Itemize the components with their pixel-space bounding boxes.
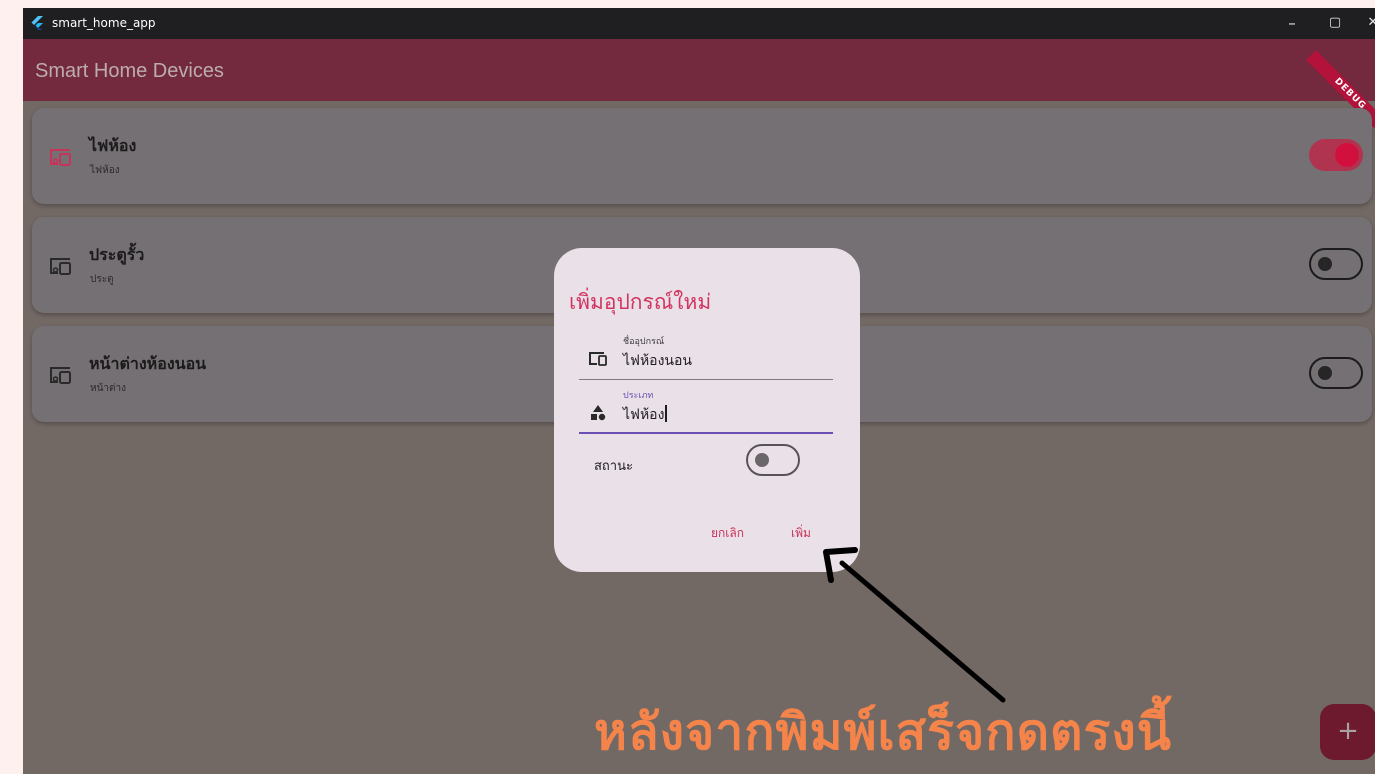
switch-knob — [1318, 366, 1332, 380]
add-device-fab[interactable]: + — [1320, 704, 1375, 760]
add-button[interactable]: เพิ่ม — [791, 524, 811, 543]
app-window: smart_home_app – ▢ ✕ Smart Home Devices … — [23, 8, 1375, 774]
device-type: ไฟห้อง — [90, 165, 120, 176]
devices-icon — [589, 352, 607, 366]
field-underline — [579, 432, 833, 434]
dialog-title: เพิ่มอุปกรณ์ใหม่ — [569, 290, 712, 314]
device-name: ประตูรั้ว — [89, 247, 145, 264]
switch-knob — [1318, 257, 1332, 271]
device-name-field[interactable]: ชื่ออุปกรณ์ ไฟห้องนอน — [579, 328, 833, 380]
field-underline — [579, 379, 833, 380]
device-name: ไฟห้อง — [89, 138, 137, 155]
window-titlebar: smart_home_app – ▢ ✕ — [23, 8, 1375, 39]
window-title: smart_home_app — [52, 16, 156, 30]
device-type-value[interactable]: ไฟห้อง — [623, 404, 668, 426]
device-card-1[interactable]: ไฟห้อง ไฟห้อง — [32, 108, 1372, 204]
status-label: สถานะ — [594, 459, 633, 474]
annotation-caption: หลังจากพิมพ์เสร็จกดตรงนี้ — [594, 703, 1172, 761]
devices-icon — [50, 149, 71, 166]
text-cursor — [665, 405, 668, 422]
devices-icon — [50, 258, 71, 275]
device-type: หน้าต่าง — [90, 383, 127, 394]
minimize-button[interactable]: – — [1272, 8, 1312, 39]
device-power-switch[interactable] — [1309, 357, 1363, 389]
status-switch[interactable] — [746, 444, 800, 476]
device-name-value[interactable]: ไฟห้องนอน — [623, 350, 692, 372]
device-type: ประตู — [90, 274, 114, 285]
page-title: Smart Home Devices — [35, 60, 224, 82]
add-device-dialog: เพิ่มอุปกรณ์ใหม่ ชื่ออุปกรณ์ ไฟห้องนอน ป… — [554, 248, 860, 572]
flutter-icon — [31, 16, 43, 30]
device-type-label: ประเภท — [623, 391, 654, 401]
device-name: หน้าต่างห้องนอน — [89, 356, 207, 373]
device-power-switch[interactable] — [1309, 248, 1363, 280]
category-icon — [591, 405, 606, 421]
switch-knob — [755, 453, 769, 467]
device-power-switch[interactable] — [1309, 139, 1363, 171]
device-type-field[interactable]: ประเภท ไฟห้อง — [579, 382, 833, 434]
close-button[interactable]: ✕ — [1353, 8, 1375, 39]
app-bar: Smart Home Devices DEBUG — [23, 39, 1375, 138]
maximize-button[interactable]: ▢ — [1315, 8, 1355, 39]
device-type-text: ไฟห้อง — [623, 407, 665, 423]
devices-icon — [50, 367, 71, 384]
switch-knob — [1335, 143, 1359, 167]
device-name-label: ชื่ออุปกรณ์ — [623, 337, 665, 347]
cancel-button[interactable]: ยกเลิก — [711, 524, 744, 543]
